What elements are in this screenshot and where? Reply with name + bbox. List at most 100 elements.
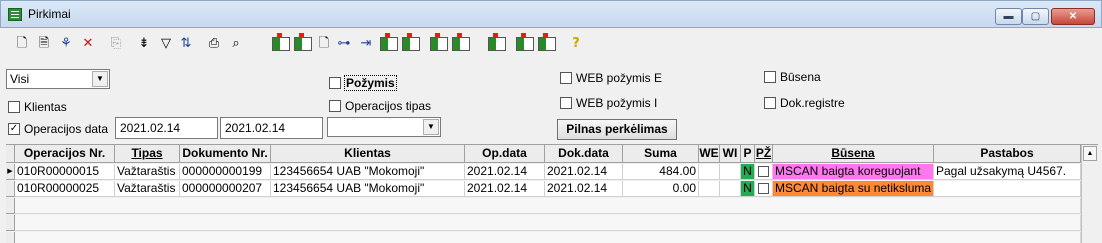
checkbox-box[interactable] <box>329 100 341 112</box>
table-cell-op-data[interactable]: 2021.02.14 <box>465 164 545 180</box>
dok-registre-checkbox[interactable]: Dok.registre <box>764 96 845 110</box>
checkbox-checked-box[interactable]: ✓ <box>8 123 20 135</box>
column-header-tipas[interactable]: Tipas <box>115 145 180 163</box>
row-indicator <box>6 232 15 243</box>
grid-action-1-icon[interactable] <box>272 33 290 51</box>
grid-action-8-icon[interactable] <box>516 33 534 51</box>
column-header-pastabos[interactable]: Pastabos <box>934 145 1081 163</box>
column-header-operacijos-nr[interactable]: Operacijos Nr. <box>15 145 115 163</box>
print-icon[interactable]: ⎙ <box>206 36 222 52</box>
table-cell-dok-data[interactable]: 2021.02.14 <box>545 181 623 197</box>
table-cell-suma[interactable]: 0.00 <box>623 181 699 197</box>
help-icon[interactable]: ? <box>568 36 584 52</box>
chevron-down-icon[interactable]: ▼ <box>423 119 439 135</box>
empty-row <box>15 215 1081 231</box>
date-from-field[interactable]: 2021.02.14 <box>115 117 218 139</box>
table-cell-pastabos[interactable] <box>934 181 1081 197</box>
grid-action-4-icon[interactable] <box>402 33 420 51</box>
type-combo[interactable]: Visi ▼ <box>6 69 110 89</box>
current-row-marker-icon: ▶ <box>6 164 15 180</box>
table-cell-dok-nr[interactable]: 000000000207 <box>180 181 271 197</box>
klientas-checkbox[interactable]: Klientas <box>8 100 67 114</box>
column-header-klientas[interactable]: Klientas <box>271 145 465 163</box>
delete-icon[interactable]: ✕ <box>80 36 96 52</box>
column-header-wi[interactable]: WI <box>720 145 741 163</box>
checkbox-box[interactable] <box>329 77 341 89</box>
filter-icon[interactable]: ▽ <box>158 36 174 52</box>
column-header-dokumento-nr[interactable]: Dokumento Nr. <box>180 145 271 163</box>
page-icon[interactable]: 🗋 <box>316 36 332 52</box>
web-pozymis-e-label: WEB požymis E <box>576 71 663 85</box>
table-cell-we[interactable] <box>699 164 720 180</box>
table-cell-klientas[interactable]: 123456654 UAB "Mokomoji" <box>271 181 465 197</box>
table-cell-wi[interactable] <box>720 181 741 197</box>
table-cell-pastabos[interactable]: Pagal užsakymą U4567. <box>934 164 1081 180</box>
column-header-suma[interactable]: Suma <box>623 145 699 163</box>
open-document-icon[interactable]: 🗎 <box>36 36 52 52</box>
sort-az-icon[interactable]: ⇅ <box>178 36 194 52</box>
table-cell-dok-nr[interactable]: 000000000199 <box>180 164 271 180</box>
table-cell-busena[interactable]: MSCAN baigta koreguojant <box>773 164 934 180</box>
checkbox-box[interactable] <box>764 97 776 109</box>
window-title: Pirkimai <box>28 7 71 21</box>
table-cell-dok-data[interactable]: 2021.02.14 <box>545 164 623 180</box>
grid-action-3-icon[interactable] <box>380 33 398 51</box>
grid-action-2-icon[interactable] <box>294 33 312 51</box>
grid-arrow-icon[interactable]: ⇥ <box>358 36 374 52</box>
table-cell-op-nr[interactable]: 010R00000025 <box>15 181 115 197</box>
table-cell-pz[interactable] <box>755 164 773 180</box>
column-header-pz[interactable]: PŽ <box>755 145 773 163</box>
web-pozymis-e-checkbox[interactable]: WEB požymis E <box>560 71 662 85</box>
table-cell-suma[interactable]: 484.00 <box>623 164 699 180</box>
checkbox-box[interactable] <box>764 71 776 83</box>
checkbox-box[interactable] <box>560 97 572 109</box>
column-header-op-data[interactable]: Op.data <box>465 145 545 163</box>
busena-checkbox[interactable]: Būsena <box>764 70 821 84</box>
pilnas-perkelimas-button[interactable]: Pilnas perkėlimas <box>557 119 677 140</box>
operacijos-data-checkbox[interactable]: ✓ Operacijos data <box>8 122 108 136</box>
operacijos-tipas-checkbox[interactable]: Operacijos tipas <box>329 99 431 113</box>
row-indicator-header <box>6 145 15 163</box>
operacijos-tipas-combo[interactable]: ▼ <box>327 117 441 137</box>
grid-action-5-icon[interactable] <box>430 33 448 51</box>
column-header-dok-data[interactable]: Dok.data <box>545 145 623 163</box>
table-cell-p[interactable]: N <box>741 164 755 180</box>
table-cell-pz[interactable] <box>755 181 773 197</box>
grid-action-6-icon[interactable] <box>452 33 470 51</box>
chevron-down-icon[interactable]: ▼ <box>92 71 108 87</box>
new-document-icon[interactable]: 🗋 <box>14 36 30 52</box>
vertical-scrollbar[interactable]: ▲ <box>1081 145 1098 243</box>
table-cell-tipas[interactable]: Važtaraštis <box>115 181 180 197</box>
minimize-button[interactable]: ▬ <box>995 8 1022 25</box>
column-header-p[interactable]: P <box>741 145 755 163</box>
grid-action-7-icon[interactable] <box>488 33 506 51</box>
table-cell-busena[interactable]: MSCAN baigta su netiksluma <box>773 181 934 197</box>
checkbox-box[interactable] <box>8 101 20 113</box>
column-header-busena[interactable]: Būsena <box>773 145 934 163</box>
table-cell-klientas[interactable]: 123456654 UAB "Mokomoji" <box>271 164 465 180</box>
table-cell-we[interactable] <box>699 181 720 197</box>
toolbar: 🗋 🗎 ⚘ ✕ ⎘ ⇟ ▽ ⇅ ⎙ ⌕ 🗋 ⊶ ⇥ ? <box>0 31 1102 59</box>
close-button[interactable]: ✕ <box>1051 8 1095 25</box>
pozymis-checkbox[interactable]: Požymis <box>329 75 397 91</box>
table-cell-tipas[interactable]: Važtaraštis <box>115 164 180 180</box>
column-header-we[interactable]: WE <box>699 145 720 163</box>
find-icon[interactable]: ⌕ <box>228 36 244 52</box>
pz-checkbox[interactable] <box>758 183 769 194</box>
scroll-up-icon[interactable]: ▲ <box>1083 146 1097 161</box>
date-to-field[interactable]: 2021.02.14 <box>220 117 323 139</box>
purchases-table[interactable]: Operacijos Nr. Tipas Dokumento Nr. Klien… <box>6 144 1098 243</box>
table-cell-wi[interactable] <box>720 164 741 180</box>
table-cell-op-data[interactable]: 2021.02.14 <box>465 181 545 197</box>
tree-icon[interactable]: ⚘ <box>58 36 74 52</box>
checkbox-box[interactable] <box>560 72 572 84</box>
table-cell-op-nr[interactable]: 010R00000015 <box>15 164 115 180</box>
copy-icon[interactable]: ⎘ <box>108 36 124 52</box>
web-pozymis-i-checkbox[interactable]: WEB požymis I <box>560 96 657 110</box>
grid-action-9-icon[interactable] <box>538 33 556 51</box>
maximize-button[interactable]: ▢ <box>1022 8 1049 25</box>
filter-tree-icon[interactable]: ⇟ <box>136 36 152 52</box>
pz-checkbox[interactable] <box>758 166 769 177</box>
hierarchy-icon[interactable]: ⊶ <box>336 36 352 52</box>
table-cell-p[interactable]: N <box>741 181 755 197</box>
